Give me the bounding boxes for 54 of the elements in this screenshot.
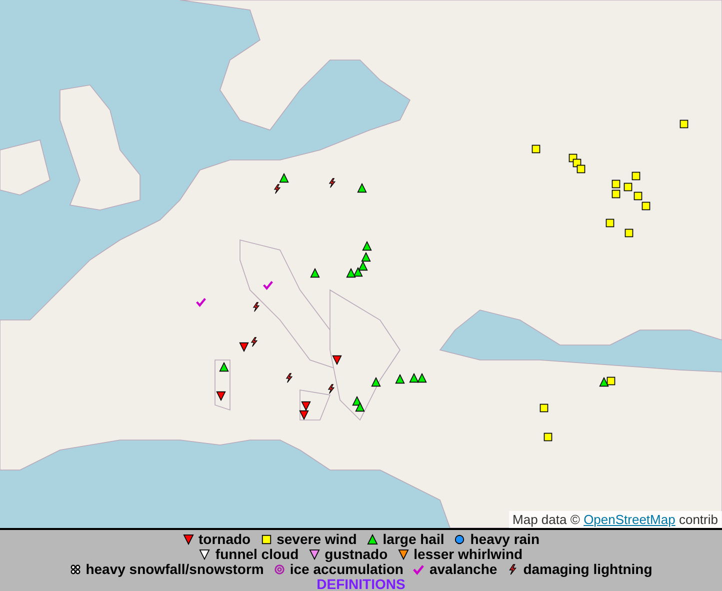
square-icon [623, 182, 633, 192]
legend-label: damaging lightning [523, 562, 652, 577]
legend-label: large hail [382, 532, 444, 547]
check-mark-icon [263, 280, 273, 290]
square-icon [633, 191, 643, 201]
lightning-bolt-icon [284, 373, 294, 383]
check-mark-icon [196, 297, 206, 307]
circle-icon [454, 534, 466, 545]
inverted-triangle-icon [182, 534, 194, 545]
lightning-bolt-icon [272, 184, 282, 194]
square-icon [605, 218, 615, 228]
lightning-bolt-icon [249, 337, 259, 347]
inverted-triangle-icon [216, 391, 226, 401]
lightning-bolt-icon [251, 302, 261, 312]
legend-label: funnel cloud [215, 547, 299, 562]
legend-label: ice accumulation [290, 562, 404, 577]
definitions-link[interactable]: DEFINITIONS [316, 577, 406, 591]
triangle-icon [310, 268, 320, 278]
snowflake-icon [70, 564, 81, 575]
square-icon [539, 403, 549, 413]
legend-label: severe wind [276, 532, 357, 547]
square-icon [543, 432, 553, 442]
legend-label: heavy rain [470, 532, 540, 547]
openstreetmap-link[interactable]: OpenStreetMap [584, 512, 676, 527]
lightning-bolt-icon [326, 384, 336, 394]
triangle-icon [599, 377, 609, 387]
legend-label: heavy snowfall/snowstorm [86, 562, 264, 577]
triangle-icon [357, 183, 367, 193]
square-icon [641, 201, 651, 211]
triangle-icon [219, 362, 229, 372]
square-icon [631, 171, 641, 181]
inverted-triangle-icon [308, 549, 320, 560]
square-icon [611, 189, 621, 199]
lightning-bolt-icon [507, 564, 518, 575]
legend-label: lesser whirlwind [414, 547, 523, 562]
square-icon [260, 534, 272, 545]
inverted-triangle-icon [199, 549, 210, 560]
legend-label: avalanche [429, 562, 498, 577]
triangle-icon [366, 534, 378, 545]
inverted-triangle-icon [332, 355, 342, 365]
triangle-icon [279, 173, 289, 183]
square-icon [624, 228, 634, 238]
map-attribution: Map data © OpenStreetMap contrib [508, 511, 722, 528]
legend-label: gustnado [324, 547, 388, 562]
square-icon [611, 179, 621, 189]
square-icon [606, 376, 616, 386]
check-mark-icon [413, 564, 424, 575]
inverted-triangle-icon [398, 549, 409, 560]
inverted-triangle-icon [239, 342, 249, 352]
square-icon [531, 144, 541, 154]
legend-label: tornado [198, 532, 251, 547]
square-icon [679, 119, 689, 129]
square-icon [576, 164, 586, 174]
lightning-bolt-icon [327, 178, 337, 188]
